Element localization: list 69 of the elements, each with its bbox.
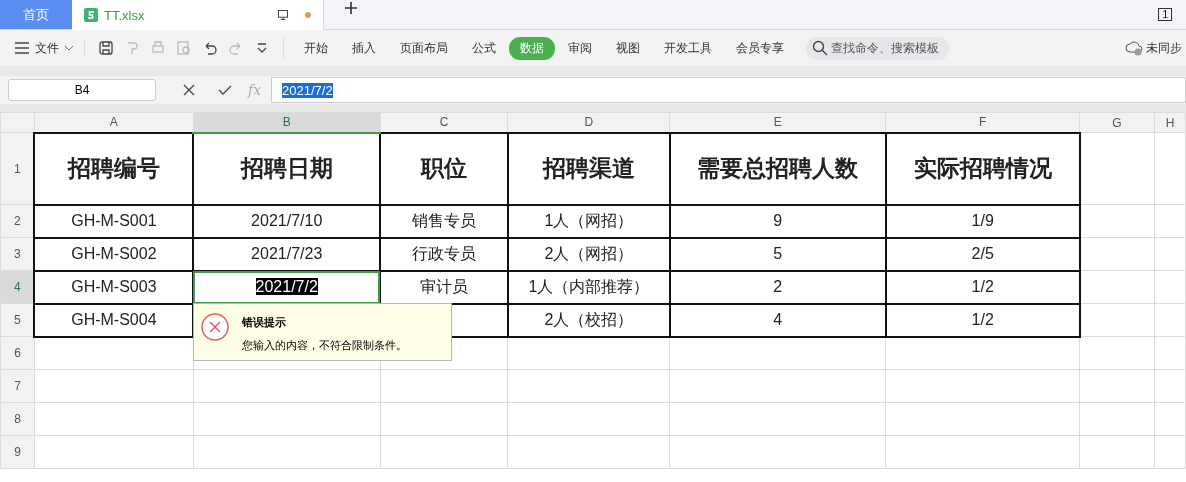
row-header[interactable]: 5 <box>0 303 35 337</box>
row-header[interactable]: 1 <box>0 132 35 205</box>
table-cell: 2人（校招） <box>507 303 670 337</box>
file-menu[interactable]: 文件 <box>14 39 85 57</box>
spreadsheet-icon <box>84 8 98 22</box>
column-title-cell: 招聘编号 <box>34 132 194 205</box>
row-header[interactable]: 3 <box>0 237 35 271</box>
ribbon-tab[interactable]: 审阅 <box>557 36 603 60</box>
ribbon-tab[interactable]: 公式 <box>461 36 507 60</box>
table-cell: 1/2 <box>885 270 1080 304</box>
ribbon-tab[interactable]: 会员专享 <box>725 36 795 60</box>
table-cell: 1/2 <box>885 303 1080 337</box>
table-cell: 1人（内部推荐） <box>507 270 670 304</box>
ribbon-tab[interactable]: 页面布局 <box>389 36 459 60</box>
row-header[interactable]: 7 <box>0 369 35 403</box>
formula-field[interactable]: 2021/7/2 <box>271 77 1186 103</box>
table-cell: 2021/7/23 <box>193 237 381 271</box>
tooltip-message: 您输入的内容，不符合限制条件。 <box>242 338 407 353</box>
row-header[interactable]: 2 <box>0 204 35 238</box>
search-field[interactable]: 查找命令、搜索模板 <box>806 36 949 60</box>
table-cell: 2/5 <box>885 237 1080 271</box>
table-cell: 2021/7/10 <box>193 204 381 238</box>
table-cell: 销售专员 <box>380 204 508 238</box>
row-header[interactable]: 4 <box>0 270 35 304</box>
table-cell: GH-M-S003 <box>34 270 194 304</box>
cancel-icon[interactable] <box>181 82 197 98</box>
row-header[interactable]: 8 <box>0 402 35 436</box>
name-box[interactable]: B4 <box>8 79 156 101</box>
sync-status[interactable]: 未同步 <box>1125 39 1182 57</box>
file-name: TT.xlsx <box>104 7 145 23</box>
table-cell: 行政专员 <box>380 237 508 271</box>
column-header[interactable]: F <box>885 112 1080 133</box>
column-header[interactable]: D <box>507 112 670 133</box>
table-cell: 2人（网招） <box>507 237 670 271</box>
menu-icon <box>14 42 30 54</box>
window-count[interactable]: 1 <box>1158 8 1172 21</box>
column-header[interactable]: B <box>193 112 381 133</box>
table-cell: GH-M-S001 <box>34 204 194 238</box>
chevron-icon <box>64 45 74 51</box>
table-cell: 4 <box>669 303 886 337</box>
table-cell: 2 <box>669 270 886 304</box>
column-header[interactable]: G <box>1079 112 1155 133</box>
error-icon <box>200 312 230 342</box>
column-title-cell: 实际招聘情况 <box>885 132 1080 205</box>
ribbon-tab[interactable]: 插入 <box>341 36 387 60</box>
column-title-cell: 招聘日期 <box>193 132 381 205</box>
row-header[interactable]: 6 <box>0 336 35 370</box>
table-cell: 1/9 <box>885 204 1080 238</box>
table-cell: 1人（网招） <box>507 204 670 238</box>
ribbon-tab[interactable]: 开始 <box>293 36 339 60</box>
ribbon-tab[interactable]: 视图 <box>605 36 651 60</box>
column-header[interactable]: C <box>380 112 508 133</box>
table-cell: 9 <box>669 204 886 238</box>
column-header[interactable]: E <box>669 112 886 133</box>
column-header[interactable]: H <box>1154 112 1186 133</box>
search-icon <box>812 40 828 56</box>
save-icon[interactable] <box>98 40 114 56</box>
column-title-cell: 需要总招聘人数 <box>669 132 886 205</box>
tooltip-title: 错误提示 <box>242 315 287 330</box>
column-title-cell: 招聘渠道 <box>507 132 670 205</box>
cloud-icon <box>1125 40 1143 56</box>
monitor-icon[interactable] <box>277 9 289 21</box>
row-header[interactable]: 9 <box>0 435 35 469</box>
table-cell: 5 <box>669 237 886 271</box>
table-cell: GH-M-S002 <box>34 237 194 271</box>
column-header[interactable]: A <box>34 112 194 133</box>
file-tab[interactable]: TT.xlsx <box>72 0 324 30</box>
ribbon-tab[interactable]: 开发工具 <box>653 36 723 60</box>
column-title-cell: 职位 <box>380 132 508 205</box>
